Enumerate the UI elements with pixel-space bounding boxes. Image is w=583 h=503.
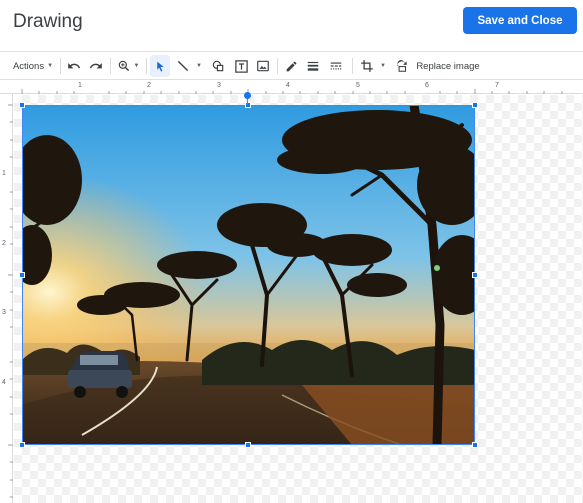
reset-image-button[interactable] bbox=[392, 55, 412, 77]
page-title: Drawing bbox=[13, 11, 83, 32]
header-bar: Drawing Save and Close bbox=[0, 0, 583, 52]
shape-tool-button[interactable] bbox=[208, 55, 228, 77]
rotate-handle[interactable] bbox=[244, 92, 251, 99]
replace-image-label: Replace image bbox=[416, 60, 480, 72]
reset-image-icon bbox=[397, 60, 407, 72]
border-weight-button[interactable] bbox=[303, 55, 323, 77]
line-tool-button[interactable]: ▼ bbox=[172, 55, 206, 77]
chevron-down-icon: ▼ bbox=[196, 63, 202, 69]
textbox-icon bbox=[234, 59, 248, 73]
toolbar-divider bbox=[352, 58, 353, 74]
redo-button[interactable] bbox=[86, 55, 106, 77]
ruler-number: 4 bbox=[2, 379, 6, 386]
line-dash-icon bbox=[330, 62, 342, 70]
chevron-down-icon: ▼ bbox=[47, 63, 54, 69]
resize-handle-top-right[interactable] bbox=[472, 102, 478, 108]
zoom-button[interactable]: ▼ bbox=[114, 55, 142, 77]
toolbar-divider bbox=[110, 58, 111, 74]
undo-icon bbox=[68, 63, 81, 69]
toolbar: Actions ▼ ▼ ▼ ▼ Replace image bbox=[0, 52, 583, 80]
line-icon bbox=[177, 60, 189, 72]
toolbar-divider bbox=[60, 58, 61, 74]
image-tool-button[interactable] bbox=[253, 55, 273, 77]
selection-frame bbox=[22, 105, 475, 445]
shape-icon bbox=[212, 60, 224, 72]
chevron-down-icon: ▼ bbox=[133, 63, 140, 69]
resize-handle-bottom-right[interactable] bbox=[472, 442, 478, 448]
select-tool-button[interactable] bbox=[150, 55, 170, 77]
border-dash-button[interactable] bbox=[326, 55, 346, 77]
select-icon bbox=[156, 61, 164, 71]
ruler-number: 6 bbox=[425, 82, 429, 89]
crop-button[interactable]: ▼ bbox=[357, 55, 389, 77]
replace-image-button[interactable]: Replace image bbox=[415, 55, 481, 77]
actions-label: Actions bbox=[12, 60, 45, 72]
border-color-button[interactable] bbox=[281, 55, 301, 77]
ruler-number: 1 bbox=[2, 170, 6, 177]
resize-handle-bottom-left[interactable] bbox=[19, 442, 25, 448]
horizontal-ruler: 1 2 3 4 5 6 7 bbox=[0, 80, 583, 94]
ruler-ticks bbox=[8, 104, 13, 498]
crop-icon bbox=[361, 60, 373, 72]
pen-icon bbox=[286, 61, 296, 71]
resize-handle-left[interactable] bbox=[19, 272, 25, 278]
ruler-number: 4 bbox=[286, 82, 290, 89]
ruler-number: 3 bbox=[217, 82, 221, 89]
resize-handle-top[interactable] bbox=[245, 102, 251, 108]
image-icon bbox=[257, 60, 269, 72]
resize-handle-bottom[interactable] bbox=[245, 442, 251, 448]
ruler-number: 1 bbox=[78, 82, 82, 89]
textbox-tool-button[interactable] bbox=[231, 55, 251, 77]
undo-button[interactable] bbox=[64, 55, 84, 77]
chevron-down-icon: ▼ bbox=[380, 63, 386, 69]
resize-handle-right[interactable] bbox=[472, 272, 478, 278]
toolbar-divider bbox=[277, 58, 278, 74]
actions-menu-button[interactable]: Actions ▼ bbox=[10, 55, 56, 77]
vertical-ruler: 1 2 3 4 bbox=[0, 94, 13, 503]
toolbar-divider bbox=[146, 58, 147, 74]
ruler-number: 2 bbox=[2, 240, 6, 247]
ruler-number: 2 bbox=[147, 82, 151, 89]
redo-icon bbox=[89, 63, 102, 69]
save-and-close-button[interactable]: Save and Close bbox=[463, 7, 577, 34]
ruler-number: 3 bbox=[2, 309, 6, 316]
ruler-number: 7 bbox=[495, 82, 499, 89]
line-weight-icon bbox=[307, 61, 319, 71]
resize-handle-top-left[interactable] bbox=[19, 102, 25, 108]
zoom-icon bbox=[118, 60, 129, 72]
ruler-number: 5 bbox=[356, 82, 360, 89]
